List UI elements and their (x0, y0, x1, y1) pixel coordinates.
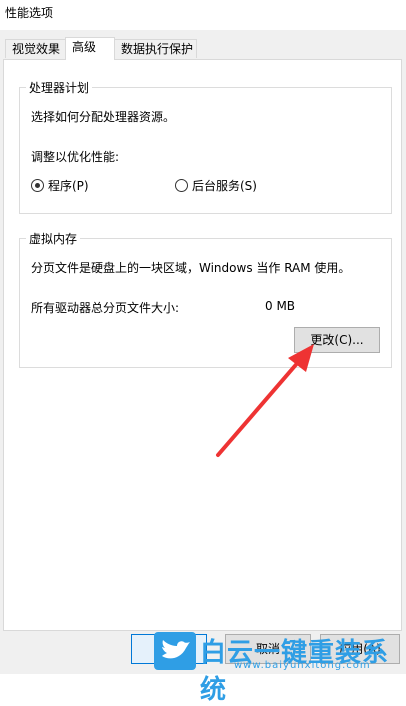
tab-advanced[interactable]: 高级 (65, 37, 115, 60)
annotation-arrow (216, 344, 314, 457)
watermark-url: www.baiyunxitong.com (234, 660, 371, 671)
bird-logo-icon (154, 632, 196, 670)
